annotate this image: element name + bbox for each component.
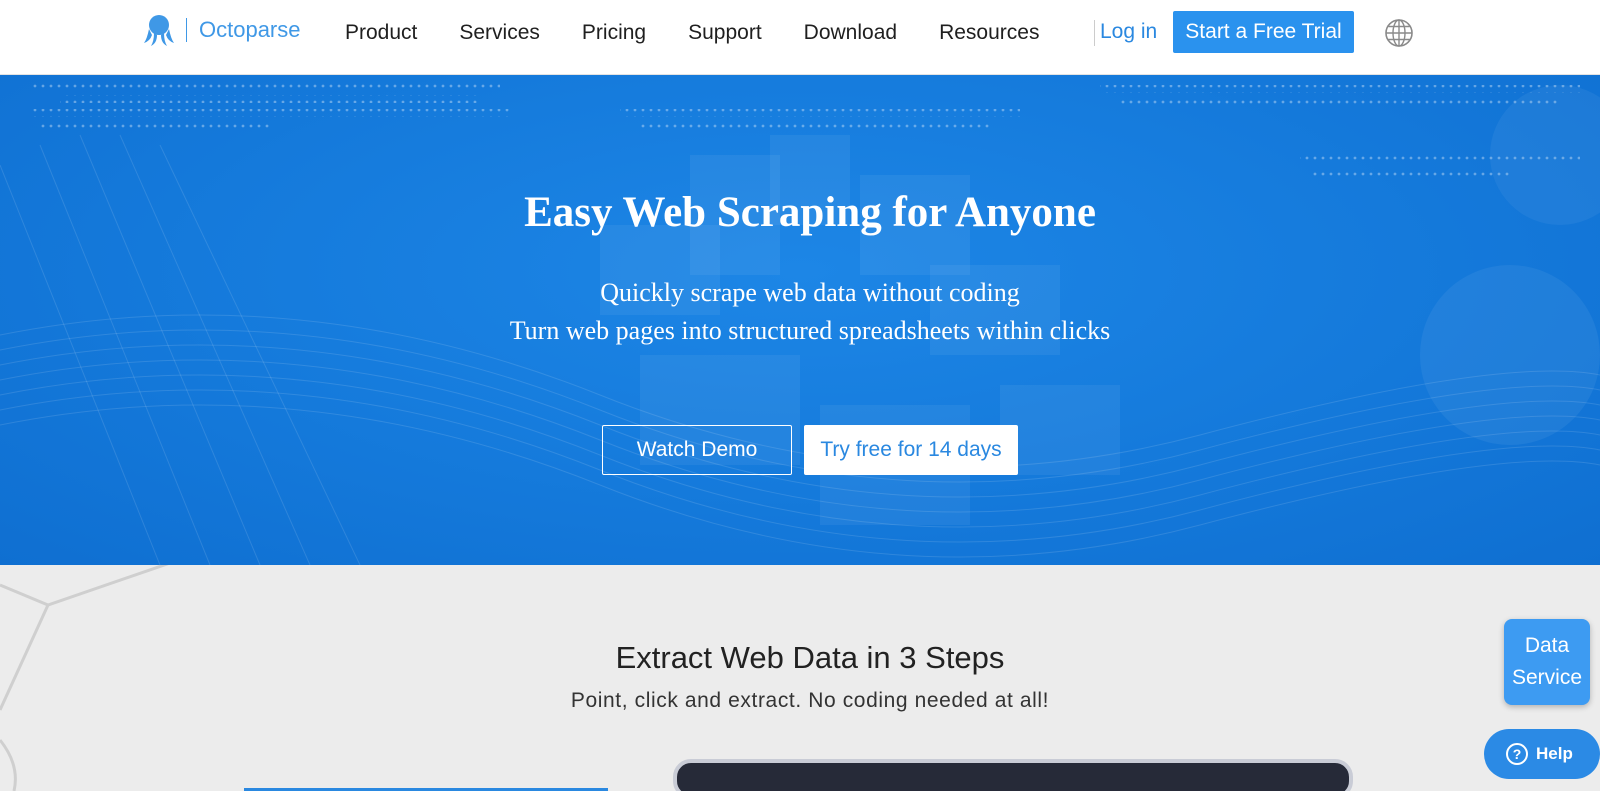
help-label: Help xyxy=(1536,744,1573,763)
nav-menu: Product Services Pricing Support Downloa… xyxy=(345,0,1039,65)
logo-divider xyxy=(186,18,187,42)
hero-title: Easy Web Scraping for Anyone xyxy=(524,189,1096,236)
brand-name: Octoparse xyxy=(199,17,301,42)
nav-link-support[interactable]: Support xyxy=(688,21,762,45)
nav-link-download[interactable]: Download xyxy=(804,21,897,45)
login-link[interactable]: Log in xyxy=(1100,20,1157,44)
hero-subtitle-line2: Turn web pages into structured spreadshe… xyxy=(509,316,1111,345)
steps-title: Extract Web Data in 3 Steps xyxy=(615,640,1005,675)
nav-link-product[interactable]: Product xyxy=(345,21,417,45)
help-button[interactable]: ? Help xyxy=(1484,729,1600,779)
question-icon: ? xyxy=(1506,743,1528,765)
nav-link-services[interactable]: Services xyxy=(459,21,540,45)
brand-logo[interactable]: Octoparse xyxy=(142,13,301,47)
data-service-label-line1: Data xyxy=(1524,634,1570,657)
hero-banner: Easy Web Scraping for Anyone Quickly scr… xyxy=(0,75,1600,565)
nav-divider xyxy=(1094,20,1095,46)
data-service-button[interactable]: Data Service xyxy=(1504,619,1590,705)
nav-link-pricing[interactable]: Pricing xyxy=(582,21,646,45)
globe-icon[interactable] xyxy=(1384,18,1414,48)
data-service-label-line2: Service xyxy=(1511,666,1583,689)
steps-section: Extract Web Data in 3 Steps Point, click… xyxy=(0,565,1600,791)
try-free-button[interactable]: Try free for 14 days xyxy=(804,425,1018,475)
octopus-logo-icon xyxy=(144,15,174,46)
nav-link-resources[interactable]: Resources xyxy=(939,21,1039,45)
demo-video-frame[interactable] xyxy=(673,759,1353,791)
start-free-trial-button[interactable]: Start a Free Trial xyxy=(1173,11,1354,53)
top-navbar: Octoparse Product Services Pricing Suppo… xyxy=(0,0,1600,75)
decorative-lines xyxy=(0,565,169,791)
watch-demo-button[interactable]: Watch Demo xyxy=(602,425,792,475)
hero-subtitle-line1: Quickly scrape web data without coding xyxy=(600,278,1020,307)
steps-subtitle: Point, click and extract. No coding need… xyxy=(570,689,1050,712)
